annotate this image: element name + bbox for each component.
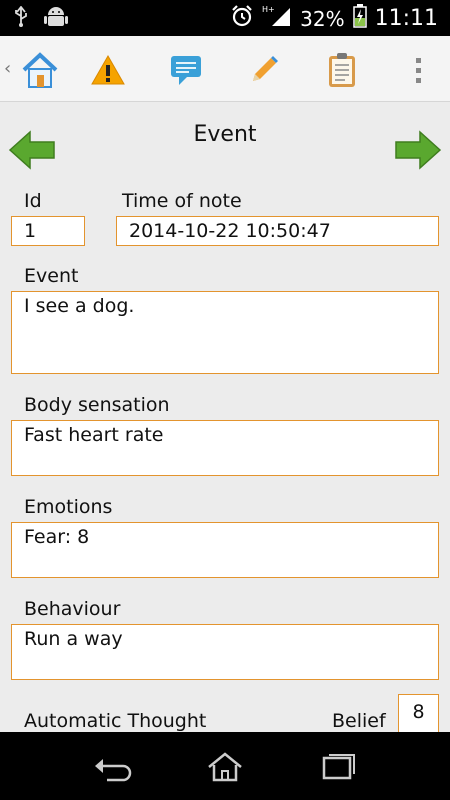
alarm-icon bbox=[230, 4, 254, 33]
warning-button[interactable] bbox=[86, 48, 130, 92]
home-nav-icon[interactable] bbox=[205, 752, 245, 782]
action-bar: ‹ bbox=[0, 36, 450, 102]
body-sensation-field[interactable]: Fast heart rate bbox=[11, 420, 439, 476]
edit-button[interactable] bbox=[242, 48, 286, 92]
up-caret-icon[interactable]: ‹ bbox=[4, 58, 11, 79]
behaviour-field[interactable]: Run a way bbox=[11, 624, 439, 680]
message-icon bbox=[171, 56, 201, 85]
overflow-menu-icon bbox=[416, 58, 421, 83]
time-of-note-field[interactable]: 2014-10-22 10:50:47 bbox=[116, 216, 439, 246]
event-label: Event bbox=[24, 265, 79, 287]
clock-time: 11:11 bbox=[374, 6, 438, 31]
status-bar: H+ 32% 11:11 bbox=[0, 0, 450, 36]
id-label: Id bbox=[24, 190, 42, 212]
signal-icon: H+ bbox=[262, 4, 292, 33]
battery-percent: 32% bbox=[300, 6, 345, 31]
network-type: H+ bbox=[262, 5, 275, 14]
automatic-thought-label: Automatic Thought bbox=[24, 710, 207, 732]
home-icon bbox=[22, 52, 58, 88]
system-navigation-bar bbox=[0, 732, 450, 800]
belief-field[interactable]: 8 bbox=[398, 694, 439, 734]
warning-icon bbox=[91, 54, 125, 85]
battery-charging-icon bbox=[352, 4, 367, 33]
recent-apps-icon[interactable] bbox=[318, 752, 358, 782]
message-button[interactable] bbox=[164, 48, 208, 92]
clipboard-button[interactable] bbox=[320, 48, 364, 92]
emotions-field[interactable]: Fear: 8 bbox=[11, 522, 439, 578]
event-form: Event Id Time of note 1 2014-10-22 10:50… bbox=[0, 102, 450, 734]
next-arrow-icon[interactable] bbox=[394, 130, 442, 170]
event-field[interactable]: I see a dog. bbox=[11, 291, 439, 374]
android-icon bbox=[44, 6, 68, 32]
belief-label: Belief bbox=[332, 710, 386, 732]
clipboard-icon bbox=[329, 53, 355, 87]
time-of-note-label: Time of note bbox=[122, 190, 242, 212]
overflow-menu-button[interactable] bbox=[396, 48, 440, 92]
emotions-label: Emotions bbox=[24, 496, 113, 518]
home-button[interactable] bbox=[18, 48, 62, 92]
page-title: Event bbox=[193, 122, 257, 147]
body-sensation-label: Body sensation bbox=[24, 394, 170, 416]
usb-icon bbox=[14, 5, 28, 32]
behaviour-label: Behaviour bbox=[24, 598, 121, 620]
id-field[interactable]: 1 bbox=[11, 216, 85, 246]
back-icon[interactable] bbox=[93, 752, 133, 782]
edit-icon bbox=[253, 56, 278, 81]
